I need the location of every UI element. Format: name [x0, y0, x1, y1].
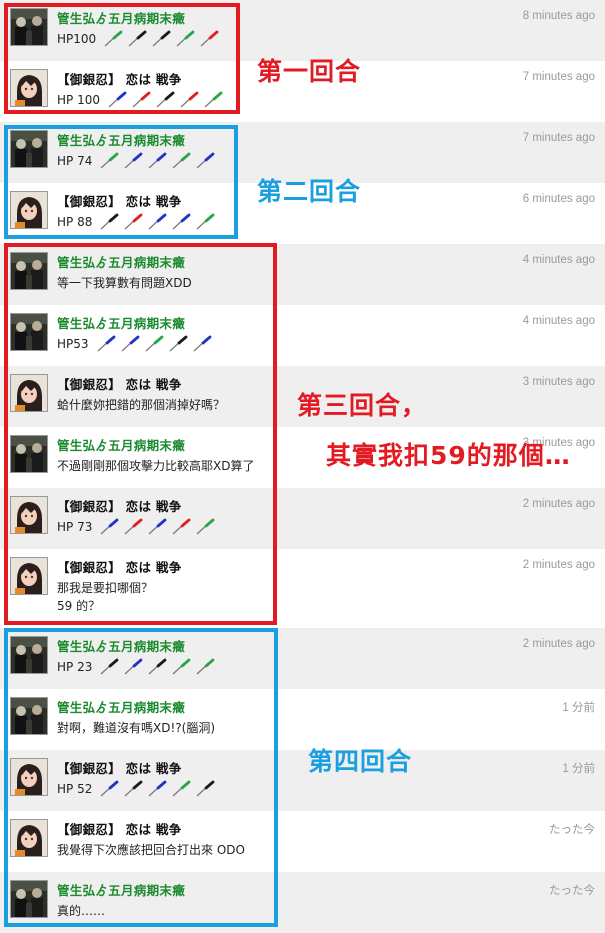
timestamp: たった今 [549, 885, 595, 897]
timestamp: 2 minutes ago [522, 498, 595, 510]
round4-box [4, 628, 278, 927]
round3-box [4, 243, 277, 625]
round2-label: 第二回合 [257, 177, 362, 206]
round1-box [4, 3, 240, 114]
round4-label: 第四回合 [308, 747, 413, 776]
round3-label: 第三回合， [297, 391, 428, 420]
timestamp: 7 minutes ago [522, 71, 595, 83]
timestamp: たった今 [549, 824, 595, 836]
timestamp: 1 分前 [562, 763, 595, 775]
timestamp: 3 minutes ago [522, 376, 595, 388]
round2-box [4, 125, 238, 239]
timestamp: 4 minutes ago [522, 315, 595, 327]
timestamp: 2 minutes ago [522, 559, 595, 571]
round3-note: 其實我扣59的那個… [326, 441, 571, 470]
round1-label: 第一回合 [257, 57, 362, 86]
timestamp: 8 minutes ago [522, 10, 595, 22]
timestamp: 6 minutes ago [522, 193, 595, 205]
timestamp: 2 minutes ago [522, 638, 595, 650]
timestamp: 1 分前 [562, 702, 595, 714]
timestamp: 7 minutes ago [522, 132, 595, 144]
timestamp: 4 minutes ago [522, 254, 595, 266]
